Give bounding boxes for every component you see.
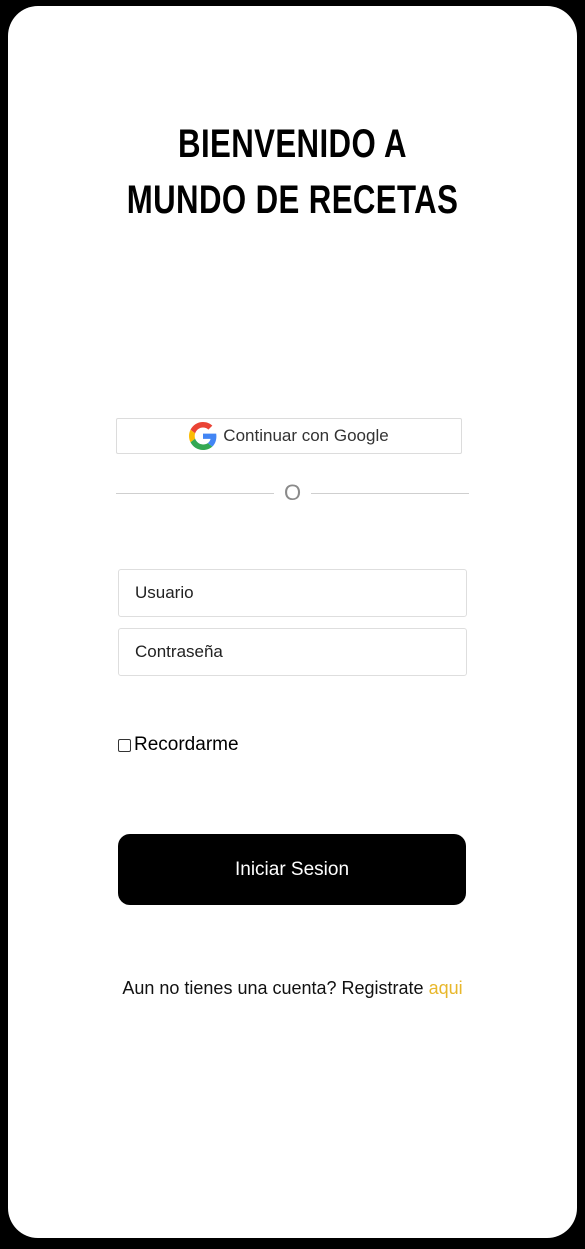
title-line-2: MUNDO DE RECETAS (126, 178, 459, 222)
login-button[interactable]: Iniciar Sesion (118, 834, 466, 905)
remember-label: Recordarme (134, 734, 239, 755)
remember-checkbox[interactable] (118, 738, 131, 752)
google-signin-button[interactable]: Continuar con Google (116, 418, 462, 454)
signup-link[interactable]: aqui (429, 978, 463, 998)
divider-label: O (283, 480, 302, 505)
or-divider: O (116, 480, 469, 508)
signup-prompt: Aun no tienes una cuenta? Registrate aqu… (8, 978, 577, 999)
page-title: BIENVENIDO A MUNDO DE RECETAS (71, 116, 515, 228)
remember-me[interactable]: Recordarme (118, 734, 239, 756)
google-signin-label: Continuar con Google (223, 426, 389, 445)
login-screen: BIENVENIDO A MUNDO DE RECETAS Continuar … (8, 6, 577, 1238)
username-input[interactable] (118, 569, 467, 617)
divider-line-right (311, 493, 469, 494)
title-line-1: BIENVENIDO A (178, 122, 407, 166)
signup-text: Aun no tienes una cuenta? Registrate (122, 978, 424, 998)
divider-line-left (116, 493, 274, 494)
google-icon (189, 422, 217, 450)
password-input[interactable] (118, 628, 467, 676)
